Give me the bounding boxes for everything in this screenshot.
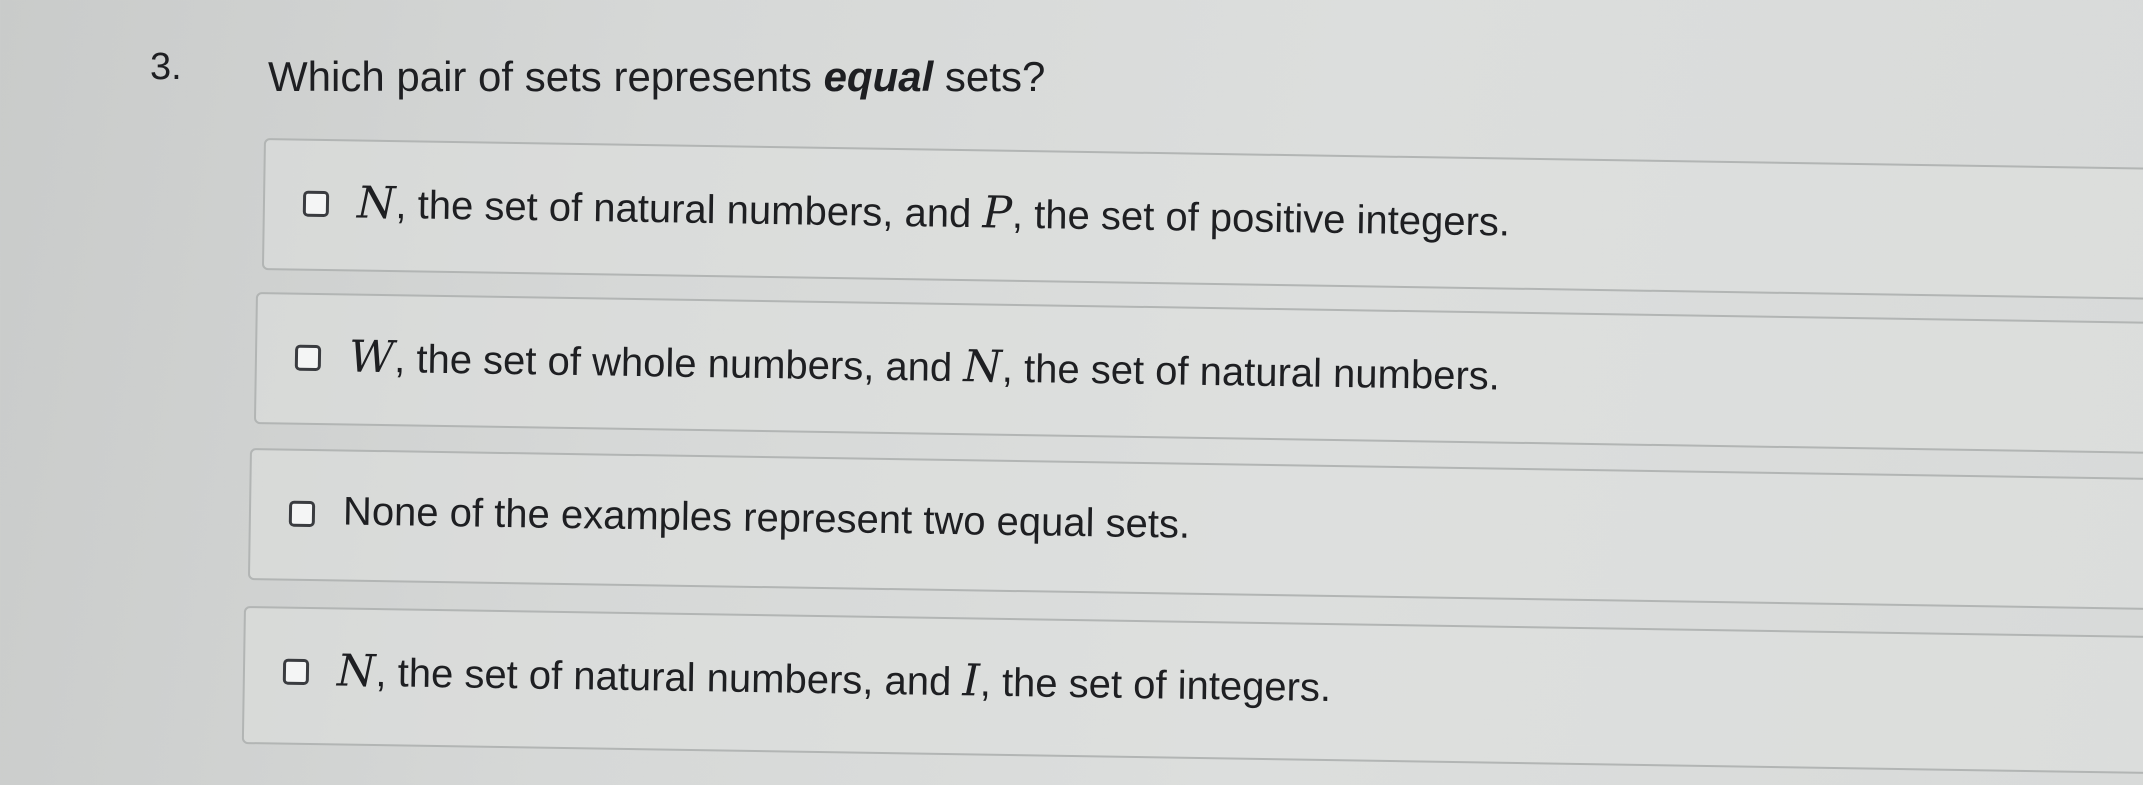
question-text: Which pair of sets represents equal sets… bbox=[268, 56, 1045, 98]
set-variable: W bbox=[348, 331, 395, 384]
option-label: None of the examples represent two equal… bbox=[342, 489, 1191, 547]
set-variable: N bbox=[356, 177, 396, 230]
question-text-end: sets? bbox=[933, 53, 1046, 100]
option-text: , the set of natural numbers, and bbox=[375, 651, 963, 705]
set-variable: N bbox=[336, 645, 376, 698]
answer-option-3[interactable]: None of the examples represent two equal… bbox=[247, 448, 2143, 611]
set-variable: N bbox=[962, 341, 1003, 393]
option-text: , the set of integers. bbox=[979, 660, 1332, 711]
question-number: 3. bbox=[150, 46, 182, 88]
set-variable: I bbox=[962, 655, 981, 707]
question-text-start: Which pair of sets represents bbox=[268, 53, 824, 100]
option-label: W, the set of whole numbers, and N, the … bbox=[349, 331, 1501, 399]
checkbox[interactable] bbox=[282, 658, 310, 686]
answer-option-1[interactable]: N, the set of natural numbers, and P, th… bbox=[261, 138, 2143, 300]
checkbox[interactable] bbox=[302, 190, 330, 218]
checkbox[interactable] bbox=[294, 344, 322, 372]
option-label: N, the set of natural numbers, and I, th… bbox=[337, 645, 1332, 711]
checkbox[interactable] bbox=[288, 500, 316, 528]
answer-option-4[interactable]: N, the set of natural numbers, and I, th… bbox=[241, 606, 2143, 775]
option-text: , the set of natural numbers. bbox=[1001, 346, 1501, 399]
option-text: , the set of positive integers. bbox=[1011, 192, 1511, 245]
option-label: N, the set of natural numbers, and P, th… bbox=[357, 177, 1511, 245]
set-variable: P bbox=[982, 187, 1013, 239]
option-text: , the set of whole numbers, and bbox=[393, 337, 964, 391]
option-text: , the set of natural numbers, and bbox=[395, 183, 983, 237]
answer-option-2[interactable]: W, the set of whole numbers, and N, the … bbox=[253, 292, 2143, 454]
question-emphasis: equal bbox=[823, 53, 934, 100]
